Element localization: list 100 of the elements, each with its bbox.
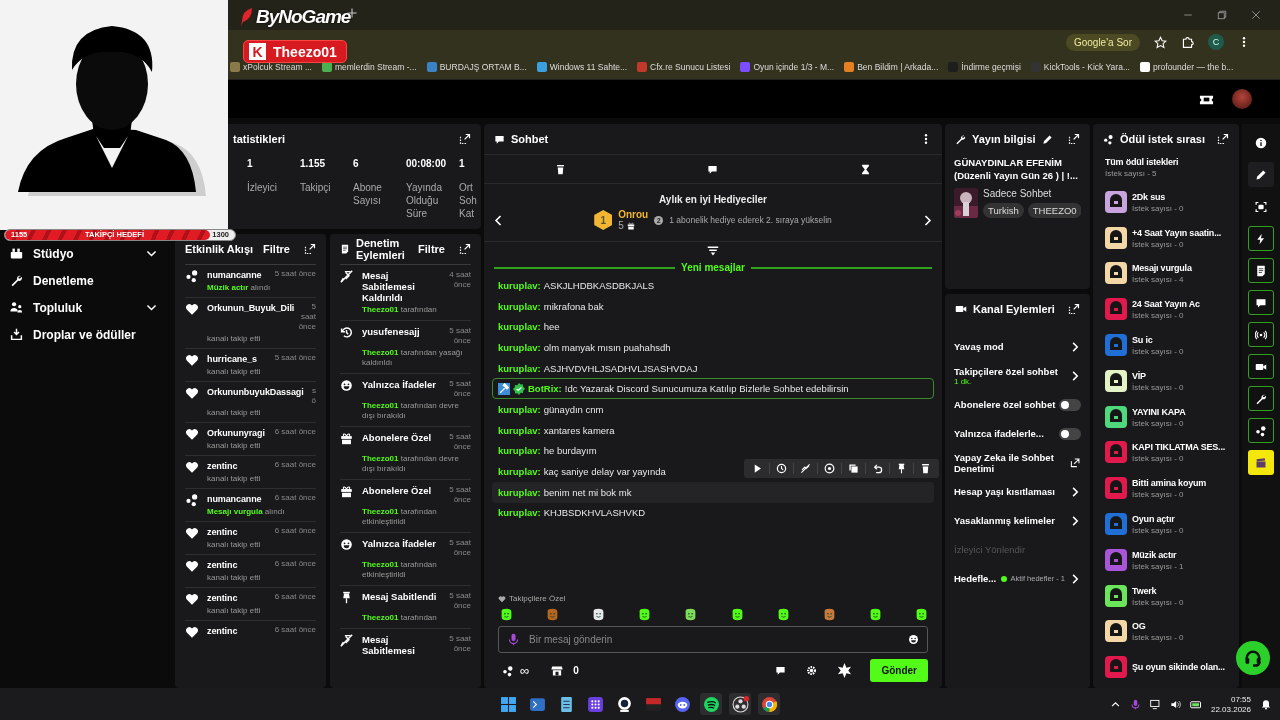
popout-icon[interactable] [304,243,316,255]
chat-icon[interactable] [775,665,787,676]
message-input[interactable]: Bir mesaj gönderin [498,626,928,653]
username[interactable]: Orkununyragi [207,427,265,439]
settings-icon[interactable] [806,665,818,676]
emote-icon[interactable] [868,608,882,621]
chat-message[interactable]: kuruplav: mikrafona bak [492,295,934,317]
play-icon[interactable] [752,462,763,474]
clock-date[interactable]: 22.03.2026 [1210,704,1251,714]
reward-name[interactable]: Twerk [1132,584,1184,597]
bookmark-link[interactable]: xPolcuk Stream ... [243,61,312,72]
username[interactable]: zentinc [207,559,238,571]
ask-button[interactable]: Google'a Sor [1065,33,1140,51]
emote-icon[interactable] [776,608,790,621]
toggle-switch[interactable] [1059,427,1081,440]
reward-name[interactable]: YAYINI KAPA [1132,405,1186,418]
chat-message[interactable]: kuruplav: hee [492,316,934,338]
chat-message[interactable]: kuruplav: ASKJLHDBKASDBKJALS [492,275,934,296]
rail-button[interactable] [1248,258,1274,283]
reward-name[interactable]: Şu oyun sikinde olan... [1132,661,1225,674]
trash-icon[interactable] [554,163,566,175]
chat-message[interactable]: BotRix: !dc Yazarak Discord Sunucumuza Katılıp Bizlerle Sohbet edebilirsin [492,378,934,400]
reward-name[interactable]: Mesajı vurgula [1132,262,1192,275]
popout-icon[interactable] [1068,303,1080,315]
popout-icon[interactable] [1217,133,1229,145]
chat-icon[interactable] [707,163,719,175]
rail-button[interactable] [1248,354,1274,379]
profile-avatar[interactable]: C [1208,34,1224,50]
bookmark-link[interactable]: profounder — the b... [1153,61,1234,72]
username[interactable]: numancanne [207,269,262,281]
sidebar-item[interactable]: Topluluk [10,298,158,317]
reward-name[interactable]: Tüm ödül istekleri [1105,156,1237,168]
emote-icon[interactable] [592,608,606,621]
moderator-name[interactable]: Theezo01 [362,348,399,357]
moderator-name[interactable]: Theezo01 [362,613,399,622]
taskbar-button[interactable] [758,693,780,715]
trash-icon[interactable] [920,462,931,474]
reward-name[interactable]: OG [1132,620,1184,633]
filter-button[interactable]: Filtre [418,243,453,255]
bookmark-link[interactable]: memlerdin Stream -... [334,61,417,72]
gifter-name[interactable]: Onrou [618,209,649,220]
chat-message[interactable]: kuruplav: günaydın cnm [492,399,934,420]
moderator-name[interactable]: Theezo01 [362,560,399,569]
crossed-line-icon[interactable] [800,462,811,474]
emote-icon[interactable] [684,608,698,621]
moderator-name[interactable]: Theezo01 [362,401,399,410]
send-button[interactable]: Gönder [870,659,928,682]
sidebar-item[interactable]: Denetleme [10,271,158,290]
reward-name[interactable]: 2Dk sus [1132,190,1184,203]
emoji-icon[interactable] [908,634,919,645]
bookmark-link[interactable]: İndirme geçmişi [961,61,1021,72]
popout-icon[interactable] [1068,133,1080,145]
sidebar-item[interactable]: Stüdyo [10,244,158,263]
bookmark-link[interactable]: BURDAJŞ ORTAM B... [439,61,527,72]
clock-time[interactable]: 07:55 [1230,694,1251,704]
filter-icon[interactable] [707,245,719,257]
popout-icon[interactable] [459,133,471,145]
moderator-name[interactable]: Theezo01 [362,305,399,314]
rail-button[interactable] [1248,386,1274,411]
copy-icon[interactable] [848,462,859,474]
username[interactable]: OrkununbuyukDassagi [207,386,304,398]
tag-chip[interactable]: THEEZO0 [1027,203,1081,218]
taskbar-button[interactable] [700,693,722,715]
battery-icon[interactable] [1189,698,1202,710]
filter-button[interactable]: Filtre [263,243,298,255]
emote-icon[interactable] [915,608,928,621]
rail-button[interactable] [1248,322,1274,347]
username[interactable]: hurricane_s [207,353,257,365]
pin-icon[interactable] [896,462,907,474]
chat-message[interactable]: kuruplav: olm manyak mısın puahahsdh [492,337,934,358]
reward-name[interactable]: Bitti amina koyum [1132,477,1207,490]
reward-name[interactable]: KAPI TIKLATMA SES... [1132,441,1225,454]
user-avatar[interactable] [1232,89,1252,109]
store-icon[interactable] [551,664,564,677]
moderator-name[interactable]: Theezo01 [362,507,399,516]
rail-button[interactable] [1248,450,1274,475]
restore-icon[interactable] [1216,9,1228,21]
chat-message[interactable]: kuruplav: he burdayım [492,440,934,462]
microphone-icon[interactable] [1129,698,1141,710]
reward-name[interactable]: Oyun açtır [1132,513,1184,526]
bookmark-link[interactable]: Windows 11 Sahte... [549,61,628,72]
bookmark-link[interactable]: Ben Bildim | Arkada... [857,61,939,72]
external-link-icon[interactable] [1070,457,1081,468]
emote-icon[interactable] [638,608,652,621]
chat-message[interactable]: kuruplav: KHJBSDKHVLASHVKD [492,502,934,524]
reward-name[interactable]: VİP [1132,369,1184,382]
star-icon[interactable] [1154,35,1167,49]
monitor-icon[interactable] [1149,698,1161,710]
bookmark-link[interactable]: Cfx.re Sunucu Listesi [650,61,731,72]
chat-message[interactable]: kuruplav: xantares kamera [492,419,934,441]
puzzle-icon[interactable] [1181,35,1194,49]
username[interactable]: zentinc [207,460,238,472]
reward-name[interactable]: +4 Saat Yayın saatin... [1132,226,1222,239]
pencil-icon[interactable] [1041,133,1053,145]
popout-icon[interactable] [459,243,471,255]
sidebar-item[interactable]: Droplar ve ödüller [10,325,158,344]
taskbar-button[interactable] [729,693,751,715]
reward-name[interactable]: Müzik actır [1132,548,1184,561]
rail-button[interactable] [1248,162,1274,187]
bell-icon[interactable] [1260,698,1272,710]
